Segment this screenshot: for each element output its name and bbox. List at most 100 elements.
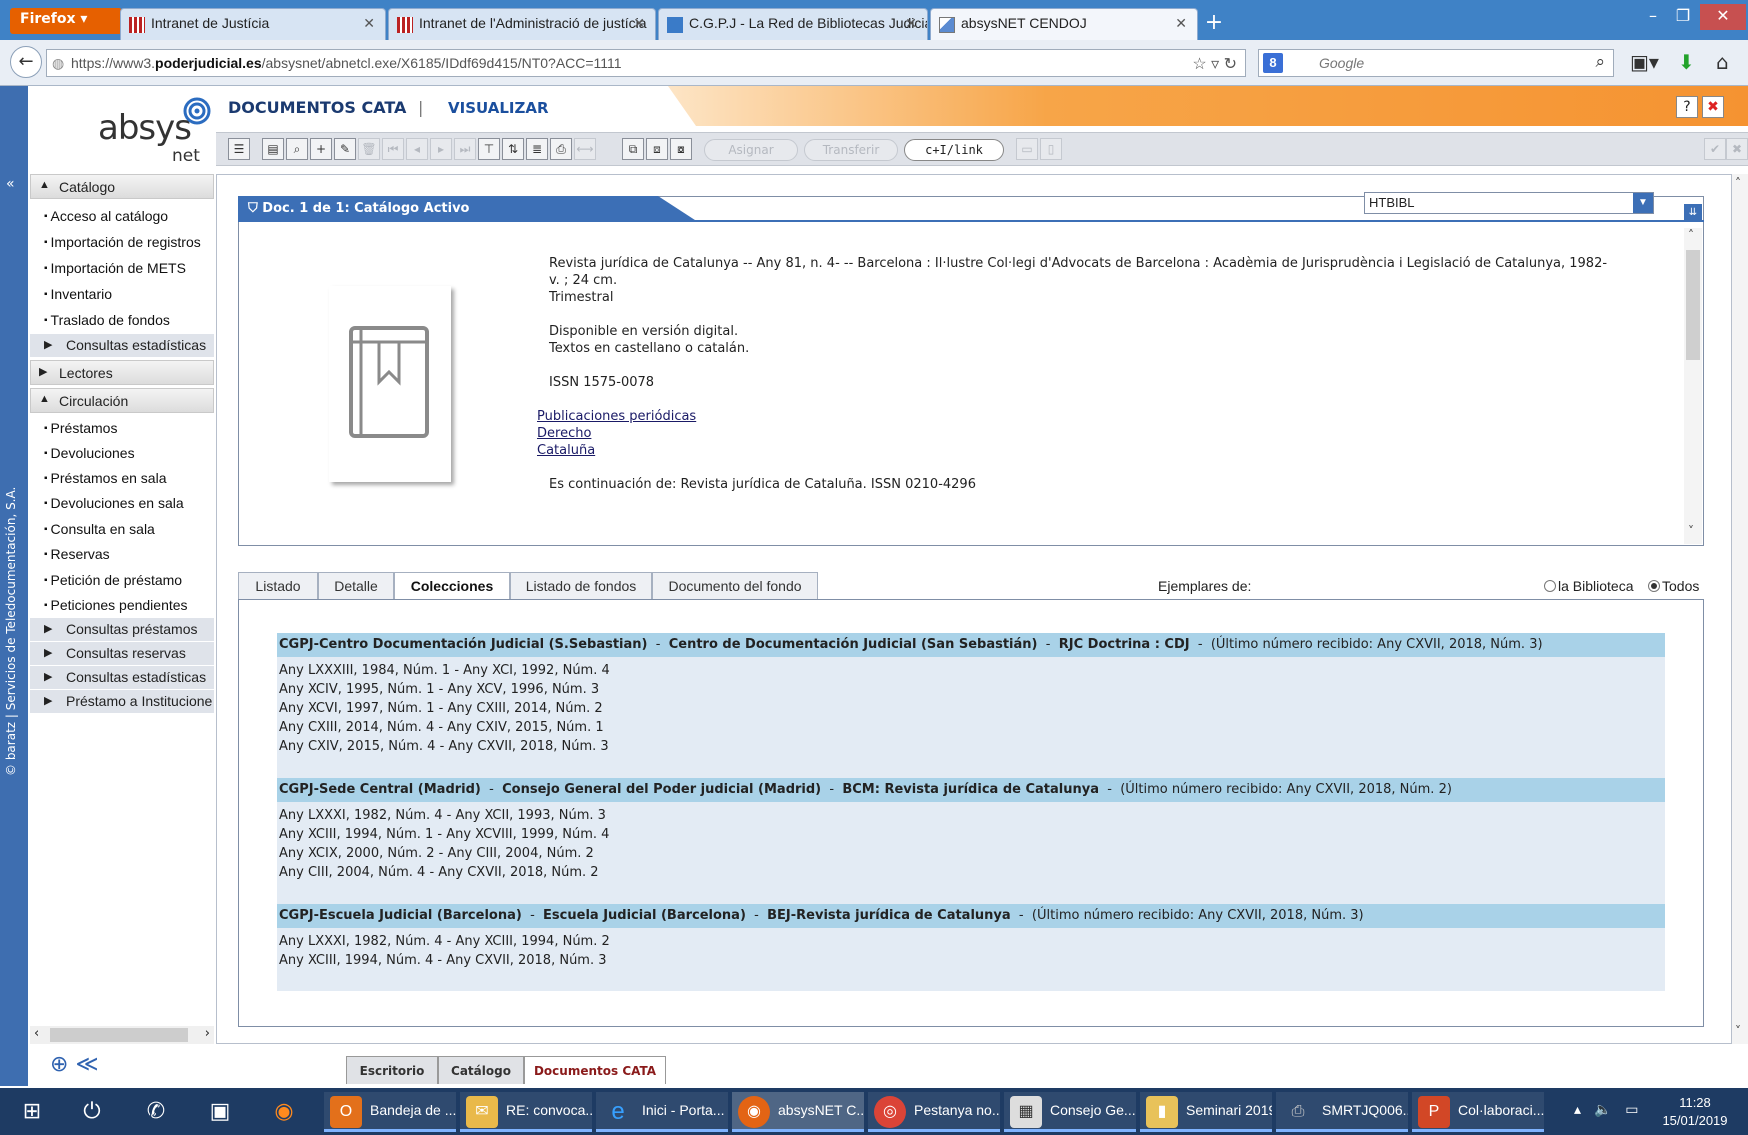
tab-documentos-cata[interactable]: Documentos CATA bbox=[524, 1056, 666, 1084]
taskbar-item-absysnet[interactable]: ◉ absysNET C... bbox=[732, 1092, 864, 1132]
sidebar-item-prestamos[interactable]: ▪ Préstamos bbox=[44, 420, 117, 436]
browser-tab-intranet-administracio[interactable]: Intranet de l'Administració de justícia … bbox=[388, 8, 656, 40]
sidebar-item-traslado-fondos[interactable]: ▪ Traslado de fondos bbox=[44, 312, 170, 328]
sidebar-sub-consultas-estadisticas-catalogo[interactable]: ▶ Consultas estadísticas bbox=[30, 334, 214, 358]
cancel-icon[interactable]: ✖ bbox=[1726, 138, 1748, 160]
main-vertical-scrollbar[interactable]: ˄ ˅ bbox=[1732, 174, 1748, 1044]
radio-todos[interactable]: Todos bbox=[1648, 578, 1699, 594]
copy-icon[interactable]: ⧉ bbox=[622, 138, 644, 160]
search-input[interactable]: 8 Google ⌕ bbox=[1258, 49, 1614, 77]
tab-escritorio[interactable]: Escritorio bbox=[346, 1056, 438, 1084]
first-record-icon[interactable]: ⏮ bbox=[382, 138, 404, 160]
scroll-up-icon[interactable]: ˄ bbox=[1688, 228, 1694, 242]
tray-arrow-icon[interactable]: ▴ bbox=[1574, 1102, 1581, 1118]
volume-icon[interactable]: 🔈 bbox=[1594, 1102, 1611, 1118]
taskbar-item-chrome[interactable]: ◎ Pestanya no... bbox=[868, 1092, 1000, 1132]
tab-catalogo[interactable]: Catálogo bbox=[438, 1056, 524, 1084]
save-record-icon[interactable]: ▤ bbox=[262, 138, 284, 160]
document-vertical-scrollbar[interactable]: ˄ ˅ bbox=[1684, 228, 1702, 544]
sidebar-item-devoluciones-sala[interactable]: ▪ Devoluciones en sala bbox=[44, 495, 184, 511]
windows-start-icon[interactable]: ⊞ bbox=[16, 1096, 48, 1128]
window-icon[interactable]: ▭ bbox=[1016, 138, 1038, 160]
sidebar-item-acceso-catalogo[interactable]: ▪ Acceso al catálogo bbox=[44, 208, 168, 224]
browser-tab-cgpj-bibliotecas[interactable]: C.G.P.J - La Red de Bibliotecas Judicia.… bbox=[658, 8, 928, 40]
collapse-panel-icon[interactable]: « bbox=[6, 176, 15, 192]
display-format-select[interactable]: HTBIBL ▼ bbox=[1364, 192, 1654, 214]
scrollbar-thumb[interactable] bbox=[1686, 250, 1700, 360]
last-record-icon[interactable]: ⏭ bbox=[454, 138, 476, 160]
firefox-icon[interactable]: ◉ bbox=[268, 1096, 300, 1128]
search-record-icon[interactable]: ⌕ bbox=[286, 138, 308, 160]
collapse-sidebar-icon[interactable]: ≪ bbox=[75, 1052, 98, 1077]
close-window-button[interactable]: ✕ bbox=[1700, 4, 1746, 30]
close-module-button[interactable]: ✖ bbox=[1702, 96, 1724, 118]
sidebar-item-importacion-mets[interactable]: ▪ Importación de METS bbox=[44, 260, 186, 276]
sidebar-sub-consultas-prestamos[interactable]: ▶ Consultas préstamos bbox=[30, 618, 214, 642]
google-icon[interactable]: 8 bbox=[1263, 53, 1283, 73]
tab-close-icon[interactable]: ✕ bbox=[633, 15, 645, 32]
transfer-button[interactable]: Transferir bbox=[804, 139, 898, 161]
scroll-up-icon[interactable]: ˄ bbox=[1735, 176, 1741, 190]
home-icon[interactable]: ⌂ bbox=[1716, 50, 1729, 74]
taskbar-item-consejo[interactable]: ▦ Consejo Ge... bbox=[1004, 1092, 1136, 1132]
phone-icon[interactable]: ✆ bbox=[140, 1096, 172, 1128]
sidebar-sub-consultas-estadisticas-circulacion[interactable]: ▶ Consultas estadísticas bbox=[30, 666, 214, 690]
edit-record-icon[interactable]: ✎ bbox=[334, 138, 356, 160]
sidebar-sub-consultas-reservas[interactable]: ▶ Consultas reservas bbox=[30, 642, 214, 666]
sidebar-item-consulta-sala[interactable]: ▪ Consulta en sala bbox=[44, 521, 155, 537]
expand-panel-icon[interactable]: ⇊ bbox=[1684, 204, 1702, 222]
subject-link-cataluna[interactable]: Cataluña bbox=[537, 443, 595, 458]
firefox-menu-button[interactable]: Firefox ▾ bbox=[10, 8, 122, 34]
tab-close-icon[interactable]: ✕ bbox=[905, 15, 917, 32]
taskbar-item-powerpoint[interactable]: P Col·laboraci... bbox=[1412, 1092, 1544, 1132]
desktop-icon[interactable]: ▣ bbox=[204, 1096, 236, 1128]
bookmark-star-icon[interactable]: ☆ ▿ ↻ bbox=[1192, 54, 1237, 74]
taskbar-item-outlook[interactable]: O Bandeja de ... bbox=[324, 1092, 456, 1132]
subject-link-derecho[interactable]: Derecho bbox=[537, 426, 591, 441]
taskbar-item-ie[interactable]: e Inici - Porta... bbox=[596, 1092, 728, 1132]
search-icon[interactable]: ⌕ bbox=[1595, 52, 1605, 72]
sidebar-item-peticiones-pendientes[interactable]: ▪ Peticiones pendientes bbox=[44, 597, 188, 613]
extension-icon[interactable]: ▣▾ bbox=[1630, 50, 1659, 74]
tab-detalle[interactable]: Detalle bbox=[318, 572, 394, 600]
link-icon[interactable]: ⟷ bbox=[574, 138, 596, 160]
confirm-icon[interactable]: ✔ bbox=[1704, 138, 1726, 160]
taskbar-item-smrtjq[interactable]: ⎙ SMRTJQ006... bbox=[1276, 1092, 1408, 1132]
back-arrow-icon[interactable]: ← bbox=[10, 46, 42, 78]
tab-listado[interactable]: Listado bbox=[238, 572, 318, 600]
new-tab-button[interactable]: + bbox=[1200, 10, 1228, 38]
tab-colecciones[interactable]: Colecciones bbox=[394, 572, 510, 601]
scroll-right-icon[interactable]: › bbox=[205, 1026, 210, 1041]
sidebar-section-catalogo[interactable]: ▲ Catálogo bbox=[30, 174, 214, 199]
maximize-window-button[interactable]: ❐ bbox=[1666, 4, 1700, 30]
tab-documento-fondo[interactable]: Documento del fondo bbox=[652, 572, 818, 600]
browser-tab-absysnet[interactable]: absysNET CENDOJ ✕ bbox=[930, 8, 1198, 40]
filter-icon[interactable]: ⊤ bbox=[478, 138, 500, 160]
list-view-icon[interactable]: ≣ bbox=[526, 138, 548, 160]
tab-close-icon[interactable]: ✕ bbox=[363, 15, 375, 32]
sidebar-item-inventario[interactable]: ▪ Inventario bbox=[44, 286, 112, 302]
radio-la-biblioteca[interactable]: la Biblioteca bbox=[1544, 578, 1634, 594]
link-button[interactable]: c+I/link bbox=[904, 139, 1004, 161]
window-split-icon[interactable]: ▯ bbox=[1040, 138, 1062, 160]
tab-close-icon[interactable]: ✕ bbox=[1175, 15, 1187, 32]
taskbar-item-seminari[interactable]: ▮ Seminari 2019 bbox=[1140, 1092, 1272, 1132]
url-bar[interactable]: ◍ https://www3.poderjudicial.es/absysnet… bbox=[46, 49, 1246, 77]
sidebar-item-prestamos-sala[interactable]: ▪ Préstamos en sala bbox=[44, 470, 167, 486]
scroll-down-icon[interactable]: ˅ bbox=[1688, 524, 1694, 538]
sidebar-item-peticion-prestamo[interactable]: ▪ Petición de préstamo bbox=[44, 572, 182, 588]
print-icon[interactable]: ⎙ bbox=[550, 138, 572, 160]
sort-icon[interactable]: ⇅ bbox=[502, 138, 524, 160]
delete-record-icon[interactable]: 🗑 bbox=[358, 138, 380, 160]
scroll-left-icon[interactable]: ‹ bbox=[34, 1026, 39, 1041]
taskbar-item-email[interactable]: ✉ RE: convoca... bbox=[460, 1092, 592, 1132]
subject-link-publicaciones[interactable]: Publicaciones periódicas bbox=[537, 409, 696, 424]
sidebar-item-importacion-registros[interactable]: ▪ Importación de registros bbox=[44, 234, 201, 250]
network-icon[interactable]: ▭ bbox=[1625, 1102, 1638, 1118]
chevron-down-icon[interactable]: ▼ bbox=[1633, 193, 1653, 213]
download-arrow-icon[interactable]: ⬇ bbox=[1678, 50, 1695, 74]
sidebar-section-lectores[interactable]: ▶ Lectores bbox=[30, 360, 214, 385]
add-record-icon[interactable]: + bbox=[310, 138, 332, 160]
paste-icon[interactable]: ⧇ bbox=[670, 138, 692, 160]
browser-tab-intranet-justicia[interactable]: Intranet de Justícia ✕ bbox=[120, 8, 386, 40]
